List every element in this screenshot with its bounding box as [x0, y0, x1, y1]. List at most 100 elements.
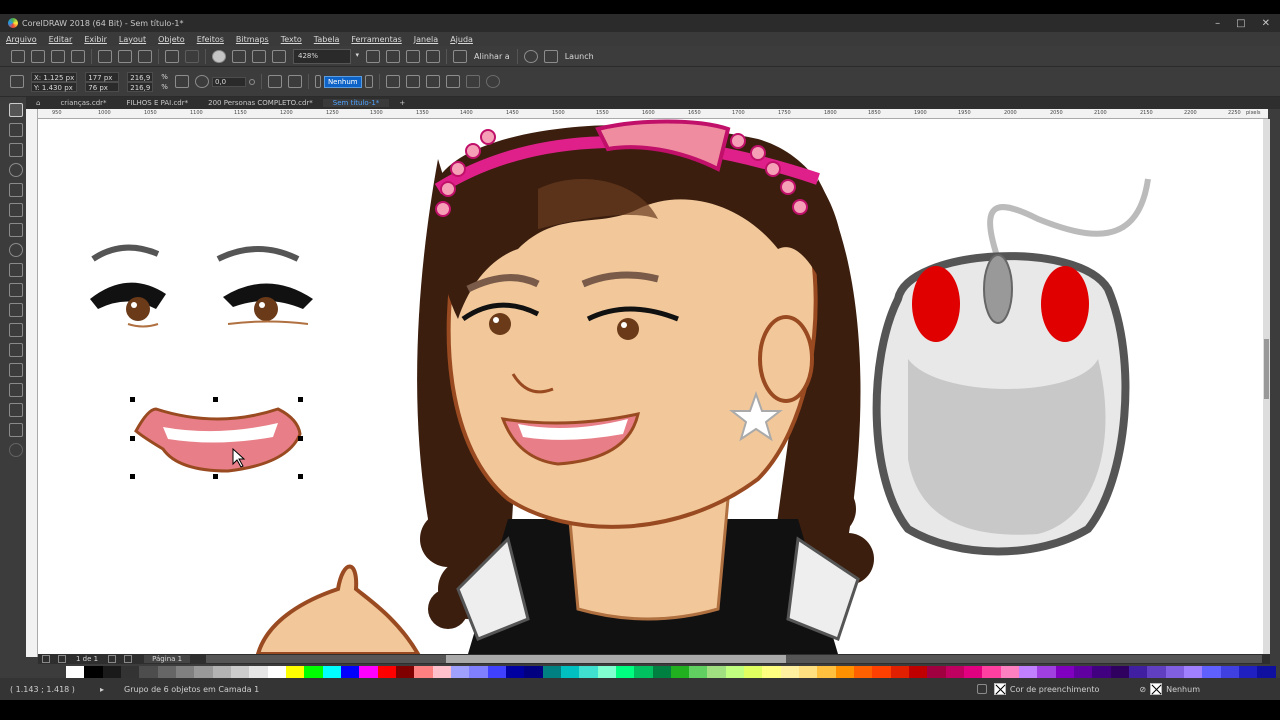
menu-bitmaps[interactable]: Bitmaps	[230, 35, 275, 44]
publish-pdf-icon[interactable]	[272, 49, 286, 63]
application-launcher-icon[interactable]	[543, 49, 558, 63]
rectangle-tool-icon[interactable]	[8, 223, 23, 237]
show-rulers-icon[interactable]	[386, 49, 400, 63]
open-icon[interactable]	[31, 49, 45, 63]
palette-swatch[interactable]	[322, 666, 341, 678]
redo-icon[interactable]	[185, 49, 199, 63]
selected-mouth-group[interactable]	[130, 397, 303, 479]
to-back-icon[interactable]	[465, 75, 480, 88]
palette-swatch[interactable]	[120, 666, 140, 678]
text-wrap-icon[interactable]	[425, 75, 440, 88]
shape-tool-icon[interactable]	[8, 123, 23, 137]
eyes-group[interactable]	[90, 244, 313, 328]
artistic-media-icon[interactable]	[8, 203, 23, 217]
palette-swatch[interactable]	[66, 666, 85, 678]
outline-dropdown-icon[interactable]	[364, 75, 373, 88]
palette-swatch[interactable]	[872, 666, 891, 678]
palette-swatch[interactable]	[487, 666, 506, 678]
palette-swatch[interactable]	[1092, 666, 1111, 678]
drop-shadow-icon[interactable]	[8, 343, 23, 357]
full-screen-preview-icon[interactable]	[366, 49, 380, 63]
palette-swatch[interactable]	[597, 666, 616, 678]
prev-page-icon[interactable]	[58, 655, 66, 663]
new-tab-icon[interactable]: +	[389, 99, 415, 107]
snap-to-icon[interactable]	[453, 49, 467, 63]
palette-swatch[interactable]	[1037, 666, 1056, 678]
palette-swatch[interactable]	[1074, 666, 1093, 678]
palette-swatch[interactable]	[1055, 666, 1075, 678]
palette-swatch[interactable]	[157, 666, 176, 678]
palette-swatch[interactable]	[414, 666, 433, 678]
vertical-scroll-thumb[interactable]	[1264, 339, 1269, 399]
horizontal-scroll-thumb[interactable]	[446, 655, 787, 663]
palette-swatch[interactable]	[84, 666, 103, 678]
new-document-icon[interactable]	[11, 49, 25, 63]
search-content-icon[interactable]	[212, 49, 226, 63]
menu-efeitos[interactable]: Efeitos	[191, 35, 230, 44]
palette-swatch[interactable]	[744, 666, 763, 678]
horizontal-scrollbar[interactable]	[206, 655, 1262, 663]
align-to-dropdown[interactable]: Alinhar a	[474, 52, 510, 61]
palette-swatch[interactable]	[670, 666, 690, 678]
palette-swatch[interactable]	[359, 666, 378, 678]
first-page-icon[interactable]	[42, 655, 50, 663]
palette-swatch[interactable]	[1184, 666, 1203, 678]
palette-swatch[interactable]	[854, 666, 873, 678]
color-proof-icon[interactable]	[976, 684, 987, 694]
palette-swatch[interactable]	[285, 666, 305, 678]
tab-sem-titulo[interactable]: Sem título-1*	[322, 99, 390, 107]
y-position-field[interactable]: Y: 1.430 px	[31, 81, 78, 92]
x-position-field[interactable]: X: 1.125 px	[31, 71, 78, 82]
maximize-button[interactable]: □	[1236, 18, 1245, 29]
menu-editar[interactable]: Editar	[43, 35, 79, 44]
palette-swatch[interactable]	[1019, 666, 1038, 678]
palette-swatch[interactable]	[909, 666, 928, 678]
palette-swatch[interactable]	[964, 666, 983, 678]
palette-swatch[interactable]	[1239, 666, 1258, 678]
menu-exibir[interactable]: Exibir	[78, 35, 113, 44]
palette-swatch[interactable]	[652, 666, 671, 678]
ungroup-icon[interactable]	[405, 75, 420, 88]
drawing-canvas[interactable]	[38, 119, 1263, 654]
girl-character[interactable]	[255, 119, 874, 655]
palette-swatch[interactable]	[542, 666, 561, 678]
tab-criancas[interactable]: crianças.cdr*	[50, 99, 116, 107]
outline-width-select[interactable]: Nenhum	[323, 75, 362, 88]
palette-swatch[interactable]	[304, 666, 323, 678]
menu-objeto[interactable]: Objeto	[152, 35, 191, 44]
vertical-ruler[interactable]	[26, 109, 38, 657]
palette-swatch[interactable]	[469, 666, 488, 678]
palette-swatch[interactable]	[102, 666, 121, 678]
palette-swatch[interactable]	[1220, 666, 1239, 678]
palette-swatch[interactable]	[634, 666, 653, 678]
zoom-level-select[interactable]: 428%	[293, 48, 359, 64]
eyedropper-icon[interactable]	[8, 383, 23, 397]
palette-swatch[interactable]	[1257, 666, 1276, 678]
menu-janela[interactable]: Janela	[408, 35, 444, 44]
palette-swatch[interactable]	[927, 666, 946, 678]
paste-icon[interactable]	[138, 49, 152, 63]
palette-swatch[interactable]	[560, 666, 580, 678]
palette-swatch[interactable]	[762, 666, 781, 678]
to-front-icon[interactable]	[445, 75, 460, 88]
menu-texto[interactable]: Texto	[275, 35, 308, 44]
palette-swatch[interactable]	[139, 666, 158, 678]
show-grid-icon[interactable]	[406, 49, 420, 63]
mirror-horizontal-icon[interactable]	[267, 75, 282, 88]
menu-ferramentas[interactable]: Ferramentas	[345, 35, 407, 44]
palette-swatch[interactable]	[817, 666, 836, 678]
group-icon[interactable]	[385, 75, 400, 88]
palette-swatch[interactable]	[1202, 666, 1221, 678]
palette-swatch[interactable]	[780, 666, 800, 678]
scale-width-field[interactable]: 216,9	[127, 71, 154, 82]
palette-swatch[interactable]	[1110, 666, 1130, 678]
rotate-icon[interactable]	[194, 75, 209, 88]
smart-fill-icon[interactable]	[8, 423, 23, 437]
options-gear-icon[interactable]	[523, 49, 538, 63]
scale-height-field[interactable]: 216,9	[127, 81, 154, 92]
palette-swatch[interactable]	[579, 666, 598, 678]
export-icon[interactable]	[252, 49, 266, 63]
freehand-tool-icon[interactable]	[8, 183, 23, 197]
palette-swatch[interactable]	[249, 666, 268, 678]
palette-swatch[interactable]	[1147, 666, 1166, 678]
